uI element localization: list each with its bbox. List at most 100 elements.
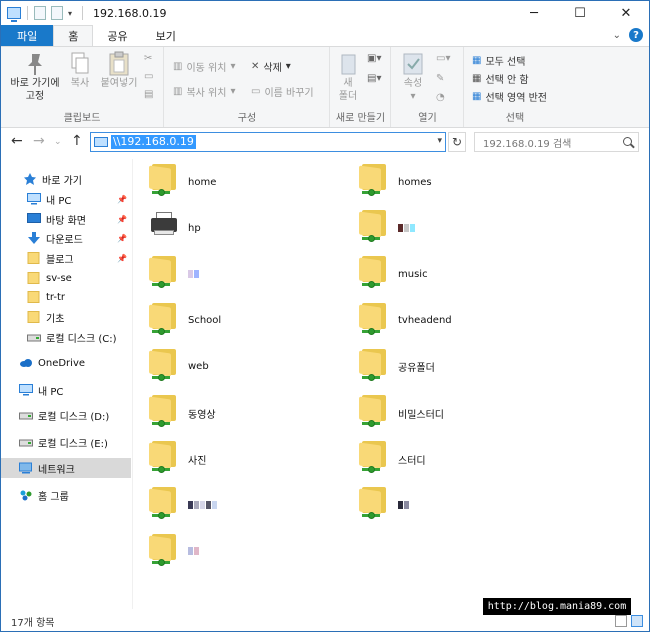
new-item-icon[interactable]: ▣▾ (367, 53, 381, 64)
network-folder-icon (356, 254, 392, 294)
pc-icon (94, 137, 108, 147)
delete-button[interactable]: ✕ 삭제 ▾ (251, 59, 291, 74)
network-share-item[interactable] (356, 207, 556, 249)
nav-item[interactable]: 기초 (1, 307, 131, 327)
search-input[interactable]: 192.168.0.19 검색 (474, 132, 639, 152)
network-folder-icon (356, 485, 392, 525)
select-all-button[interactable]: ▦ 모두 선택 (472, 53, 525, 68)
network-share-item[interactable] (356, 484, 556, 526)
nav-item[interactable]: 내 PC (1, 380, 131, 400)
download-icon (27, 232, 41, 244)
nav-item[interactable]: OneDrive (1, 353, 131, 373)
tab-view[interactable]: 보기 (142, 25, 190, 46)
up-arrow-icon[interactable]: ↑ (71, 133, 83, 149)
network-share-item[interactable] (146, 253, 346, 295)
select-none-button[interactable]: ▦ 선택 안 함 (472, 71, 529, 86)
network-folder-icon (356, 208, 392, 248)
nav-item-label: 바로 가기 (42, 175, 82, 187)
nav-item[interactable]: 로컬 디스크 (D:) (1, 405, 131, 425)
clipboard-group: 바로 가기에 고정 복사 붙여넣기 ✂ ▭ ▤ 클립보드 (1, 47, 164, 127)
network-folder-icon (146, 301, 182, 341)
open-group: 속성 ▾ ▭▾ ✎ ◔ 열기 (392, 47, 464, 127)
copy-to-button[interactable]: ▥ 복사 위치 ▾ (173, 84, 235, 99)
network-folder-icon (146, 532, 182, 572)
easy-access-icon[interactable]: ▤▾ (367, 73, 381, 84)
edit-icon[interactable]: ✎ (436, 73, 444, 84)
window-title: 192.168.0.19 (93, 6, 167, 20)
forward-arrow-icon[interactable]: → (33, 133, 45, 149)
network-share-item[interactable]: 사진 (146, 438, 346, 480)
drive-icon (19, 409, 33, 421)
nav-item[interactable]: 다운로드 📌 (1, 228, 131, 248)
network-share-item[interactable]: School (146, 300, 346, 342)
minimize-button[interactable]: ─ (511, 1, 557, 25)
pin-icon (28, 54, 42, 75)
chevron-down-icon[interactable]: ⌄ (613, 30, 621, 41)
nav-item[interactable]: 로컬 디스크 (E:) (1, 432, 131, 452)
properties-button[interactable]: 속성 ▾ (396, 51, 430, 103)
network-share-item[interactable] (146, 531, 346, 573)
recent-locations-icon[interactable]: ⌄ (54, 137, 62, 147)
nav-item[interactable]: 바로 가기 (1, 169, 131, 189)
paste-shortcut-icon[interactable]: ▤ (144, 89, 153, 100)
move-to-button[interactable]: ▥ 이동 위치 ▾ (173, 59, 235, 74)
properties-icon[interactable] (34, 6, 46, 20)
tiles-view-icon[interactable] (631, 615, 643, 627)
nav-item[interactable]: 네트워크 (1, 458, 131, 478)
network-folder-icon (146, 393, 182, 433)
network-folder-icon (356, 393, 392, 433)
new-folder-icon[interactable] (51, 6, 63, 20)
copy-button[interactable]: 복사 (65, 51, 95, 90)
back-arrow-icon[interactable]: ← (11, 133, 23, 149)
network-share-item[interactable] (146, 484, 346, 526)
close-button[interactable]: ✕ (603, 1, 649, 25)
network-share-item[interactable]: home (146, 161, 346, 203)
rename-button[interactable]: ▭ 이름 바꾸기 (251, 84, 314, 99)
nav-item-label: tr-tr (46, 291, 66, 303)
network-share-item[interactable]: 동영상 (146, 392, 346, 434)
printer-share-item[interactable]: hp (146, 207, 346, 249)
search-placeholder: 192.168.0.19 검색 (483, 138, 572, 150)
share-name: web (188, 361, 209, 373)
address-bar[interactable]: \\192.168.0.19 ▾ (90, 132, 446, 152)
chevron-down-icon[interactable]: ▾ (68, 9, 72, 18)
nav-item[interactable]: 내 PC 📌 (1, 189, 131, 209)
nav-item[interactable]: sv-se (1, 268, 131, 288)
cut-icon[interactable]: ✂ (144, 53, 152, 64)
history-icon[interactable]: ◔ (436, 92, 445, 103)
share-name: 동영상 (188, 409, 216, 421)
new-folder-button[interactable]: 새 폴더 (335, 51, 361, 103)
address-path[interactable]: \\192.168.0.19 (111, 135, 196, 149)
help-icon[interactable]: ? (629, 28, 643, 42)
nav-item[interactable]: tr-tr (1, 287, 131, 307)
tab-home[interactable]: 홈 (53, 25, 94, 46)
nav-item[interactable]: 홈 그룹 (1, 485, 131, 505)
network-share-item[interactable]: music (356, 253, 556, 295)
properties-icon (403, 53, 423, 75)
paste-button[interactable]: 붙여넣기 (97, 51, 141, 90)
network-share-item[interactable]: tvheadend (356, 300, 556, 342)
chevron-down-icon[interactable]: ▾ (437, 136, 442, 146)
nav-item[interactable]: 블로그 📌 (1, 248, 131, 268)
details-view-icon[interactable] (615, 615, 627, 627)
pane-divider[interactable] (132, 159, 133, 609)
nav-item-label: 다운로드 (46, 234, 83, 246)
tab-file[interactable]: 파일 (1, 25, 54, 46)
invert-selection-button[interactable]: ▦ 선택 영역 반전 (472, 89, 547, 104)
open-icon[interactable]: ▭▾ (436, 53, 450, 64)
select-none-label: 선택 안 함 (485, 75, 529, 86)
network-share-item[interactable]: 공유폴더 (356, 346, 556, 388)
nav-item[interactable]: 로컬 디스크 (C:) (1, 327, 131, 347)
network-share-item[interactable]: web (146, 346, 346, 388)
maximize-button[interactable]: ☐ (557, 1, 603, 25)
tab-share[interactable]: 공유 (93, 25, 141, 46)
pin-to-quick-access-button[interactable]: 바로 가기에 고정 (7, 51, 63, 103)
invert-selection-label: 선택 영역 반전 (485, 93, 548, 104)
network-share-item[interactable]: 스터디 (356, 438, 556, 480)
share-name: 스터디 (398, 455, 426, 467)
copy-path-icon[interactable]: ▭ (144, 71, 153, 82)
refresh-button[interactable]: ↻ (448, 132, 466, 152)
network-share-item[interactable]: homes (356, 161, 556, 203)
nav-item[interactable]: 바탕 화면 📌 (1, 209, 131, 229)
network-share-item[interactable]: 비밀스터디 (356, 392, 556, 434)
